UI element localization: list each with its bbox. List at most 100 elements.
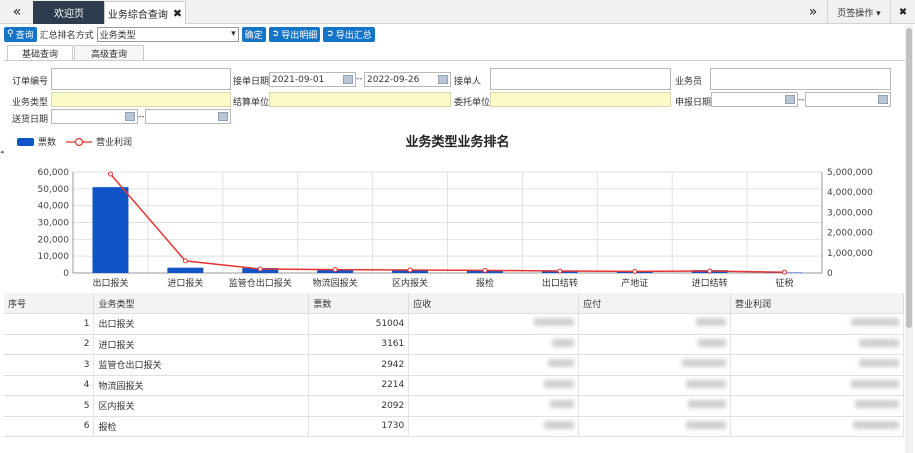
y-left-tick-label: 40,000 xyxy=(38,202,70,212)
query-button[interactable]: ⚲ 查询 xyxy=(4,26,37,42)
cell-biz-type: 报检 xyxy=(93,416,310,437)
top-tab-bar: « 欢迎页 业务综合查询 ✖ » 页签操作 ▾ ✖ xyxy=(0,0,915,24)
x-tick-label: 出口报关 xyxy=(92,277,128,289)
profit-point xyxy=(407,267,413,273)
export-detail-label: 导出明细 xyxy=(281,30,318,41)
receive-date-to-value: 2022-09-26 xyxy=(367,74,420,85)
x-tick-label: 监管仓出口报关 xyxy=(229,277,292,289)
cell-tickets: 51004 xyxy=(308,313,410,335)
table-row[interactable]: 6 报检 1730 xyxy=(4,416,904,437)
profit-point xyxy=(257,266,263,272)
cell-payable-redacted xyxy=(578,395,732,417)
summary-method-value: 业务类型 xyxy=(99,30,136,41)
receiver-input[interactable] xyxy=(490,68,671,90)
settle-unit-input[interactable] xyxy=(269,92,451,107)
receive-date-from[interactable]: 2021-09-01 xyxy=(269,72,356,87)
cell-index: 1 xyxy=(4,313,95,335)
receiver-label: 接单人 xyxy=(454,77,482,87)
x-tick-label: 进口结转 xyxy=(692,277,728,289)
profit-point xyxy=(332,267,338,273)
cell-index: 2 xyxy=(4,334,95,355)
cell-biz-type: 监管仓出口报关 xyxy=(93,354,310,376)
cell-profit-redacted xyxy=(730,375,904,396)
calendar-icon[interactable] xyxy=(125,112,135,121)
table-row[interactable]: 5 区内报关 2092 xyxy=(4,395,904,417)
back-double-chevron-icon[interactable]: « xyxy=(4,0,30,24)
cell-biz-type: 出口报关 xyxy=(93,313,310,335)
col-header-index[interactable]: 序号 xyxy=(4,293,95,314)
cell-biz-type: 区内报关 xyxy=(93,395,310,417)
x-tick-label: 进口报关 xyxy=(167,277,203,289)
biz-type-label: 业务类型 xyxy=(12,98,49,108)
table-row[interactable]: 1 出口报关 51004 xyxy=(4,313,904,335)
calendar-icon[interactable] xyxy=(878,95,888,104)
tab-welcome-label: 欢迎页 xyxy=(54,9,84,20)
cell-payable-redacted xyxy=(578,334,732,355)
table-row[interactable]: 4 物流园报关 2214 xyxy=(4,375,904,396)
table-row[interactable]: 2 进口报关 3161 xyxy=(4,334,904,355)
summary-method-select[interactable]: 业务类型 ▾ xyxy=(96,26,239,42)
query-toolbar: ⚲ 查询 汇总排名方式 业务类型 ▾ 确定 ➲ 导出明细 ➲ 导出汇总 xyxy=(4,26,375,42)
tab-advanced-query[interactable]: 高级查询 xyxy=(74,45,144,60)
fullscreen-icon[interactable]: ✖ xyxy=(890,0,915,24)
biz-type-input[interactable] xyxy=(51,92,231,107)
calendar-icon[interactable] xyxy=(343,75,353,84)
receive-date-from-value: 2021-09-01 xyxy=(272,74,325,85)
calendar-icon[interactable] xyxy=(785,95,795,104)
tab-welcome[interactable]: 欢迎页 xyxy=(33,1,105,24)
date-separator: -- xyxy=(138,112,145,122)
x-tick-label: 区内报关 xyxy=(392,277,428,289)
delivery-date-from[interactable] xyxy=(51,109,138,124)
export-summary-button[interactable]: ➲ 导出汇总 xyxy=(323,26,375,42)
salesman-input[interactable] xyxy=(710,68,891,90)
results-table: 序号 业务类型 票数 应收 应付 营业利润 1 出口报关 51004 2 进口报… xyxy=(4,293,904,437)
cell-biz-type: 进口报关 xyxy=(93,334,310,355)
col-header-tickets[interactable]: 票数 xyxy=(308,293,410,314)
date-separator: -- xyxy=(798,95,805,105)
cell-receivable-redacted xyxy=(408,354,580,376)
receive-date-to[interactable]: 2022-09-26 xyxy=(364,72,451,87)
y-left-tick-label: 10,000 xyxy=(38,252,70,262)
col-header-biz-type[interactable]: 业务类型 xyxy=(93,293,310,314)
calendar-icon[interactable] xyxy=(438,75,448,84)
order-no-input[interactable] xyxy=(51,68,231,90)
page-operations-menu[interactable]: 页签操作 ▾ xyxy=(827,0,891,24)
profit-point xyxy=(707,268,713,274)
cell-receivable-redacted xyxy=(408,416,580,437)
cell-tickets: 1730 xyxy=(308,416,410,437)
y-right-tick-label: 4,000,000 xyxy=(827,188,873,198)
export-detail-button[interactable]: ➲ 导出明细 xyxy=(268,26,321,42)
profit-point xyxy=(182,258,188,264)
bar xyxy=(92,187,129,273)
cell-payable-redacted xyxy=(578,354,732,376)
calendar-icon[interactable] xyxy=(218,112,228,121)
tab-business-query[interactable]: 业务综合查询 ✖ xyxy=(104,1,186,24)
settle-unit-label: 结算单位 xyxy=(233,98,270,108)
scrollbar-thumb[interactable] xyxy=(906,28,912,328)
export-icon: ➲ xyxy=(326,29,334,39)
declare-date-to[interactable] xyxy=(805,92,891,107)
y-right-tick-label: 2,000,000 xyxy=(827,229,873,239)
col-header-profit[interactable]: 营业利润 xyxy=(730,293,904,314)
table-row[interactable]: 3 监管仓出口报关 2942 xyxy=(4,354,904,376)
col-header-payable[interactable]: 应付 xyxy=(578,293,732,314)
close-icon[interactable]: ✖ xyxy=(173,7,182,20)
profit-point xyxy=(107,171,113,177)
cell-index: 3 xyxy=(4,354,95,376)
declare-date-label: 申报日期 xyxy=(675,98,712,108)
forward-double-chevron-icon[interactable]: » xyxy=(800,0,826,24)
cell-profit-redacted xyxy=(730,354,904,376)
declare-date-from[interactable] xyxy=(711,92,798,107)
client-unit-input[interactable] xyxy=(490,92,671,107)
confirm-button[interactable]: 确定 xyxy=(241,26,266,42)
date-separator: -- xyxy=(356,74,363,84)
summary-method-label: 汇总排名方式 xyxy=(39,30,94,41)
y-right-tick-label: 0 xyxy=(827,269,833,279)
cell-index: 4 xyxy=(4,375,95,396)
delivery-date-to[interactable] xyxy=(145,109,231,124)
tab-basic-query[interactable]: 基础查询 xyxy=(7,45,73,60)
col-header-receivable[interactable]: 应收 xyxy=(408,293,580,314)
y-right-tick-label: 3,000,000 xyxy=(827,208,873,218)
cell-payable-redacted xyxy=(578,313,732,335)
x-tick-label: 报检 xyxy=(476,277,494,289)
